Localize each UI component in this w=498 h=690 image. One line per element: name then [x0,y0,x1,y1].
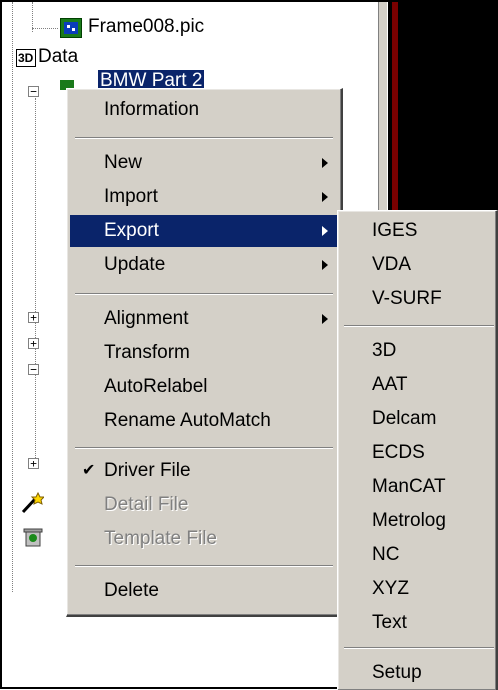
export-item-vda[interactable]: VDA [341,249,491,281]
collapse-icon[interactable]: − [28,364,39,375]
menu-item-autorelabel[interactable]: AutoRelabel [70,371,338,403]
export-item-delcam[interactable]: Delcam [341,403,491,435]
export-item-metrolog[interactable]: Metrolog [341,505,491,537]
tree-node-data[interactable]: Data [38,46,78,68]
export-item-nc[interactable]: NC [341,539,491,571]
picture-file-icon [60,18,82,38]
menu-item-new[interactable]: New [70,147,338,179]
submenu-arrow-icon [322,314,328,324]
expand-icon[interactable]: + [28,458,39,469]
submenu-arrow-icon [322,158,328,168]
menu-item-export[interactable]: Export [70,215,338,247]
tree-connector [12,2,13,592]
wand-icon [20,491,46,514]
menu-separator [75,137,333,139]
export-item-iges[interactable]: IGES [341,215,491,247]
trash-icon [22,526,43,547]
export-item-aat[interactable]: AAT [341,369,491,401]
export-item-3d[interactable]: 3D [341,335,491,367]
menu-item-transform[interactable]: Transform [70,337,338,369]
submenu-arrow-icon [322,260,328,270]
export-item-xyz[interactable]: XYZ [341,573,491,605]
menu-item-delete[interactable]: Delete [70,575,338,607]
export-item-setup[interactable]: Setup [341,657,491,689]
menu-item-information[interactable]: Information [70,94,338,126]
export-item-text[interactable]: Text [341,607,491,639]
3d-badge: 3D [18,51,34,65]
tree-connector [32,28,58,29]
tree-node-frame-file[interactable]: Frame008.pic [88,16,204,38]
submenu-arrow-icon [322,226,328,236]
context-menu: Information New Import Export Update Ali… [66,88,343,617]
menu-item-alignment[interactable]: Alignment [70,303,338,335]
menu-separator [75,565,333,567]
export-submenu: IGES VDA V-SURF 3D AAT Delcam ECDS ManCA… [337,210,498,690]
menu-item-update[interactable]: Update [70,249,338,281]
menu-separator [344,647,494,649]
menu-item-template-file: Template File [104,528,217,549]
submenu-arrow-icon [322,192,328,202]
menu-separator [75,293,333,295]
export-item-ecds[interactable]: ECDS [341,437,491,469]
menu-item-driver-file[interactable]: ✔ Driver File [70,455,338,487]
expand-icon[interactable]: + [28,312,39,323]
menu-item-import[interactable]: Import [70,181,338,213]
3d-data-icon: 3D [16,49,36,67]
expand-icon[interactable]: + [28,338,39,349]
export-item-v-surf[interactable]: V-SURF [341,283,491,315]
tree-connector [35,98,36,458]
menu-item-detail-file: Detail File [104,494,189,515]
checkmark-icon: ✔ [82,462,96,479]
menu-separator [344,325,494,327]
export-item-mancat[interactable]: ManCAT [341,471,491,503]
menu-separator [75,447,333,449]
collapse-icon[interactable]: − [28,86,39,97]
menu-item-rename-automatch[interactable]: Rename AutoMatch [70,405,338,437]
